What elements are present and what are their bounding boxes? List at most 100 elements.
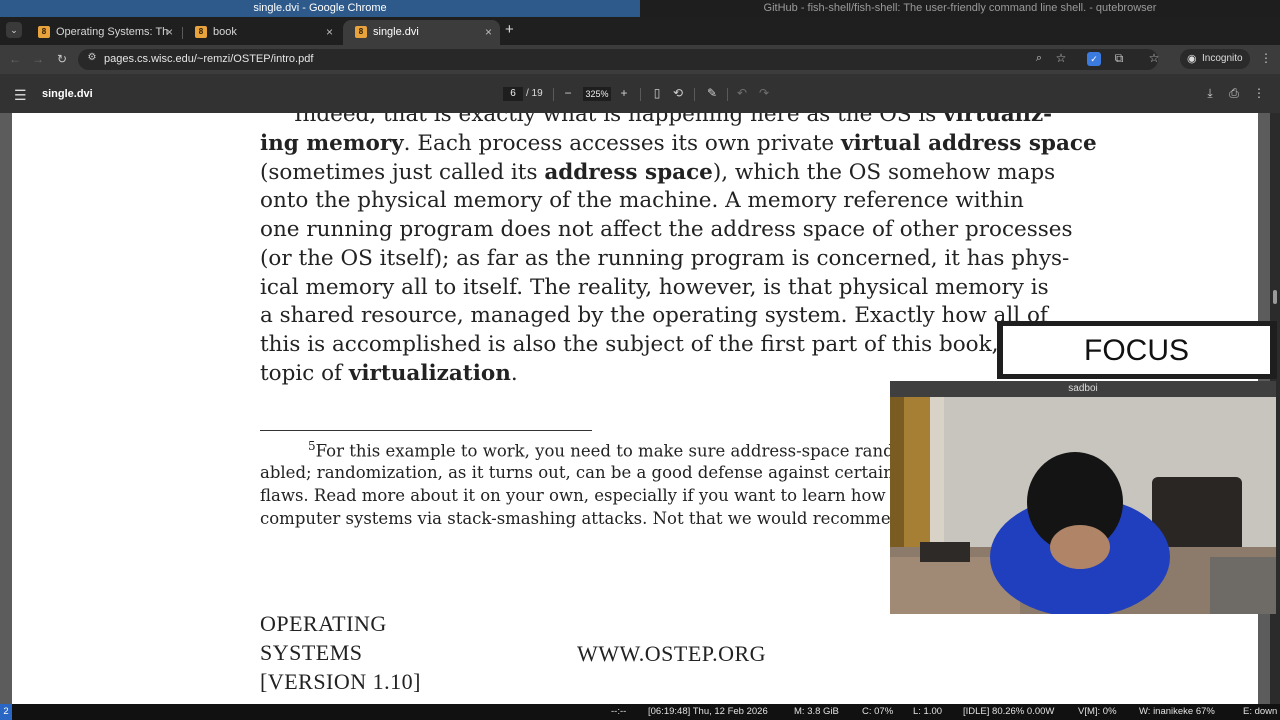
footer-title-line-2: SYSTEMS [260,640,363,665]
status-cpu: C: 07% [862,706,894,717]
tab-label: book [213,26,237,38]
bookmark-star-icon[interactable]: ☆ [1053,51,1069,65]
text-run: ), which the OS somehow maps [712,160,1056,185]
tab-book[interactable]: 8 book × [183,20,341,46]
toolbar-divider [640,88,641,101]
pdf-title: single.dvi [42,88,93,100]
workspace-indicator[interactable]: 2 [0,704,12,720]
tab-favicon-icon: 8 [355,26,367,38]
page-total: / 19 [526,88,543,99]
incognito-badge[interactable]: ◉ Incognito [1180,49,1250,69]
status-battery: [IDLE] 80.26% 0.00W [963,706,1055,717]
page-number-input[interactable]: 6 [503,87,523,101]
qutebrowser-window-title: GitHub - fish-shell/fish-shell: The user… [763,2,1157,14]
incognito-label: Incognito [1202,53,1243,64]
text-run: . [510,361,518,386]
extension-icon[interactable]: ✓ [1087,52,1101,66]
footer-version: [VERSION 1.10] [260,669,421,694]
tab-favicon-icon: 8 [38,26,50,38]
rotate-icon[interactable]: ⟲ [671,86,685,100]
back-icon[interactable]: ← [7,52,23,66]
body-line: a shared resource, managed by the operat… [260,303,1091,328]
toolbar-divider [553,88,554,101]
pdf-sidebar-menu-icon[interactable]: ☰ [14,87,27,104]
tab-close-icon[interactable]: × [166,20,173,44]
body-line: Indeed, that is exactly what is happenin… [294,113,1125,127]
webcam-image [890,397,1276,614]
tab-strip: 8 Operating Systems: Th × 8 book × 8 sin… [0,17,1280,46]
bold-term: virtualiz- [943,113,1053,127]
tab-close-icon[interactable]: × [326,20,333,44]
text-run: . Each process accesses its own private [403,131,841,156]
site-info-icon[interactable]: ⚙ [84,52,100,63]
undo-icon[interactable]: ↶ [735,86,749,100]
system-status-bar: --:-- [06:19:48] Thu, 12 Feb 2026 M: 3.8… [0,704,1280,720]
webcam-feed [890,397,1276,614]
status-memory: M: 3.8 GiB [794,706,839,717]
text-run: this is accomplished is also the subject… [260,332,1075,357]
focus-label: FOCUS [1003,326,1270,374]
puzzle-icon[interactable]: ⧉ [1111,51,1127,66]
text-run: onto the physical memory of the machine.… [260,188,1024,213]
footer-title-line-1: OPERATING [260,611,387,636]
footer-website: WWW.OSTEP.ORG [577,641,767,666]
body-line: (sometimes just called its address space… [260,160,1091,185]
redo-icon[interactable]: ↷ [757,86,771,100]
bold-term: virtualization [348,361,511,386]
footnote-rule [260,430,592,431]
body-line: onto the physical memory of the machine.… [260,188,1091,213]
download-icon[interactable]: ⤓ [1203,86,1217,101]
bold-term: ing memory [260,131,404,156]
status-ethernet: E: down [1243,706,1278,717]
print-icon[interactable]: ⎙ [1227,86,1241,101]
toolbar-divider [727,88,728,101]
status-load: L: 1.00 [913,706,943,717]
bold-term: address space [544,160,713,185]
status-clock-short: --:-- [611,706,627,717]
text-run: one running program does not affect the … [260,217,1073,242]
bold-term: virtual address space [840,131,1097,156]
text-run: (sometimes just called its [260,160,545,185]
body-line: this is accomplished is also the subject… [260,332,1091,357]
url-text[interactable]: pages.cs.wisc.edu/~remzi/OSTEP/intro.pdf [104,53,313,65]
toolbar-divider [694,88,695,101]
tab-operating-systems[interactable]: 8 Operating Systems: Th × [26,20,181,46]
text-run: (or the OS itself); as far as the runnin… [260,246,1070,271]
webcam-window-title: sadboi [890,381,1276,397]
body-line: ing memory. Each process accesses its ow… [260,131,1097,156]
tab-search-icon[interactable]: ⌄ [6,22,22,38]
status-datetime: [06:19:48] Thu, 12 Feb 2026 [648,706,768,717]
annotate-icon[interactable]: ✎ [705,86,719,100]
zoom-level-input[interactable]: 325% [583,87,611,101]
tab-label: Operating Systems: Th [56,26,169,38]
footnote-text: flaws. Read more about it on your own, e… [260,486,999,505]
bookmarks-icon[interactable]: ☆ [1146,51,1162,65]
incognito-icon: ◉ [1187,53,1197,65]
tab-single-dvi[interactable]: 8 single.dvi × [343,20,500,46]
fit-page-icon[interactable]: ▯ [650,86,664,100]
pdf-more-icon[interactable]: ⋮ [1252,86,1266,100]
text-run: topic of [260,361,349,386]
tab-favicon-icon: 8 [195,26,207,38]
zoom-icon[interactable]: ⌕ [1031,52,1047,65]
status-wifi: W: inanikeke 67% [1139,706,1215,717]
footnote-line: flaws. Read more about it on your own, e… [260,486,998,505]
text-run: a shared resource, managed by the operat… [260,303,1048,328]
body-line: (or the OS itself); as far as the runnin… [260,246,1091,271]
zoom-in-button[interactable]: + [617,86,631,100]
scrollbar-thumb[interactable] [1273,290,1277,304]
body-line: ical memory all to itself. The reality, … [260,275,1091,300]
footnote-mark: 5 [308,439,316,453]
zoom-out-button[interactable]: − [561,86,575,100]
new-tab-button[interactable]: + [505,21,514,38]
reload-icon[interactable]: ↻ [54,52,70,66]
tab-close-icon[interactable]: × [485,20,492,44]
chrome-window-title: single.dvi - Google Chrome [0,0,640,17]
chrome-menu-icon[interactable]: ⋮ [1258,51,1274,65]
tab-label: single.dvi [373,26,419,38]
forward-icon[interactable]: → [30,52,46,66]
body-line: one running program does not affect the … [260,217,1091,242]
text-run: Indeed, that is exactly what is happenin… [294,113,944,127]
text-run: ical memory all to itself. The reality, … [260,275,1049,300]
status-volume: V[M]: 0% [1078,706,1117,717]
